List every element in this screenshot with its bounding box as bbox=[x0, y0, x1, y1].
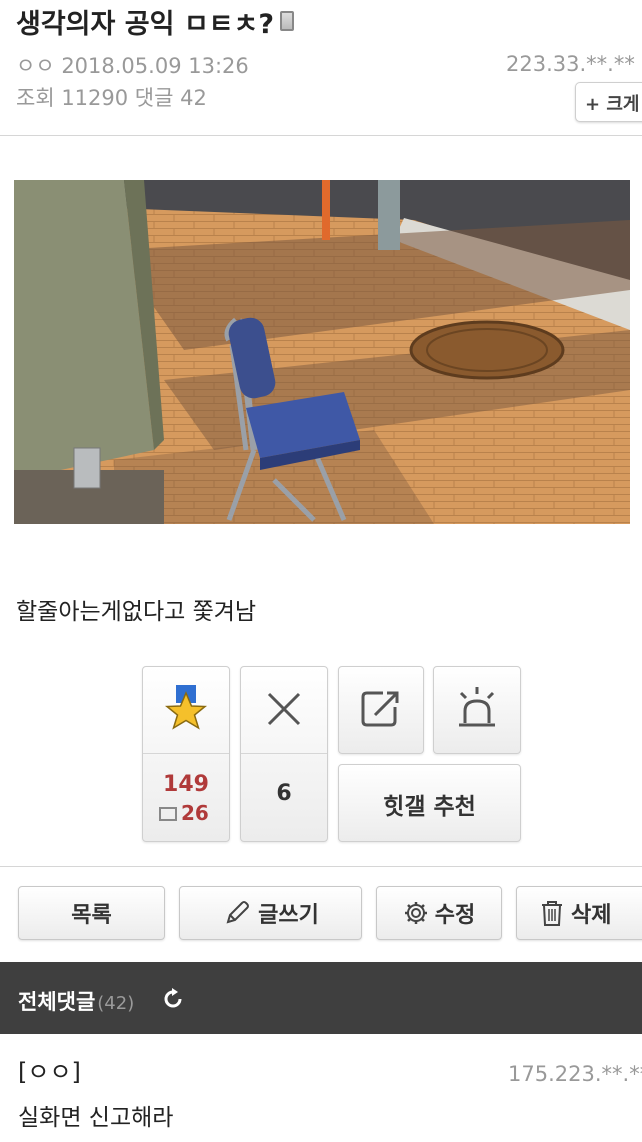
nonrecommend-icon-wrap bbox=[241, 681, 327, 737]
section-divider bbox=[0, 866, 642, 867]
vote-divider bbox=[143, 753, 229, 754]
nonrecommend-button[interactable]: 6 bbox=[240, 666, 328, 842]
zoom-button[interactable]: + 크게 bbox=[575, 82, 642, 122]
recommend-icon-wrap bbox=[143, 681, 229, 737]
image-attached-icon bbox=[280, 11, 295, 31]
edit-button[interactable]: 수정 bbox=[376, 886, 502, 940]
share-button[interactable] bbox=[338, 666, 424, 754]
report-icon-wrap bbox=[434, 681, 520, 737]
post-stats: 조회 11290 댓글 42 bbox=[16, 86, 207, 110]
trash-icon bbox=[542, 901, 562, 926]
siren-icon bbox=[459, 687, 495, 727]
post-ip: 223.33.**.** bbox=[506, 52, 635, 76]
list-button[interactable]: 목록 bbox=[18, 886, 165, 940]
recommend-button[interactable]: 149 26 bbox=[142, 666, 230, 842]
refresh-icon[interactable] bbox=[162, 988, 184, 1010]
vote-divider bbox=[241, 753, 327, 754]
comments-title: 전체댓글 (42) bbox=[18, 990, 135, 1014]
star-icon bbox=[164, 685, 208, 730]
gear-icon bbox=[404, 902, 427, 924]
share-icon-wrap bbox=[339, 681, 423, 737]
write-button[interactable]: 글쓰기 bbox=[179, 886, 362, 940]
share-icon bbox=[361, 691, 399, 727]
nonrecommend-count: 6 bbox=[276, 781, 292, 806]
post-title: 생각의자 공익 ㅁㅌㅊ? bbox=[16, 2, 295, 41]
post-header: 생각의자 공익 ㅁㅌㅊ? ㅇㅇ 2018.05.09 13:26 223.33.… bbox=[0, 0, 642, 136]
recommend-fixed-count: 26 bbox=[159, 801, 209, 825]
pencil-icon bbox=[226, 901, 250, 924]
post-author-date: ㅇㅇ 2018.05.09 13:26 bbox=[16, 54, 249, 78]
comment-ip: 175.223.**.** bbox=[508, 1062, 642, 1086]
recommend-count: 149 bbox=[163, 772, 209, 797]
report-button[interactable] bbox=[433, 666, 521, 754]
post-body-text: 할줄아는게없다고 쫓겨남 bbox=[16, 599, 257, 625]
hit-gallery-recommend-button[interactable]: 힛갤 추천 bbox=[338, 764, 521, 842]
close-x-icon bbox=[267, 692, 301, 726]
fixed-user-icon bbox=[159, 807, 177, 821]
post-photo bbox=[14, 180, 630, 524]
comments-count: (42) bbox=[97, 993, 135, 1014]
comments-header: 전체댓글 (42) bbox=[0, 962, 642, 1034]
comment-author[interactable]: [ㅇㅇ] bbox=[18, 1052, 81, 1087]
delete-button[interactable]: 삭제 bbox=[516, 886, 642, 940]
comment-text: 실화면 신고해라 bbox=[18, 1105, 174, 1131]
